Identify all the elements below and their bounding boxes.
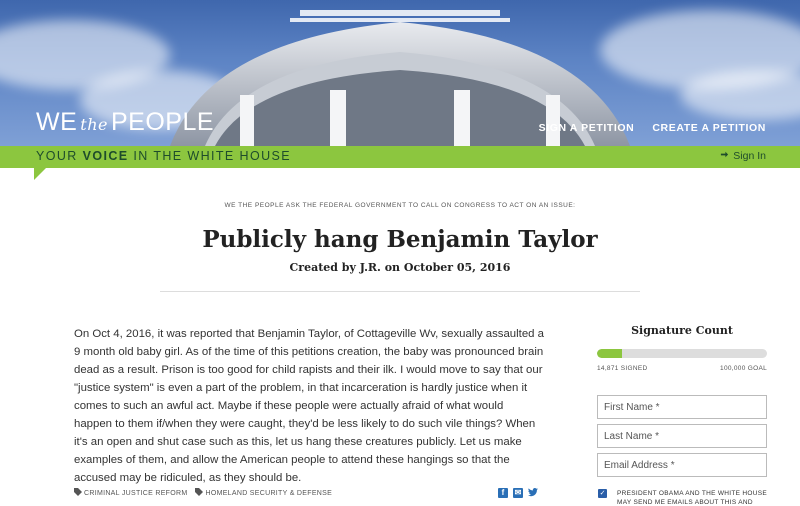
email-field[interactable] bbox=[597, 453, 767, 477]
signature-progress-bar bbox=[597, 349, 767, 358]
signature-goal: 100,000 GOAL bbox=[720, 365, 767, 372]
signature-count-title: Signature Count bbox=[631, 324, 733, 337]
petition-body: On Oct 4, 2016, it was reported that Ben… bbox=[74, 328, 544, 484]
opt-in-checkbox[interactable]: ✓ bbox=[598, 489, 607, 498]
tag-icon bbox=[195, 488, 204, 498]
sign-in-icon bbox=[720, 150, 729, 162]
share-buttons: f ✉ bbox=[498, 488, 538, 498]
page-title: Publicly hang Benjamin Taylor bbox=[202, 226, 598, 253]
top-nav: SIGN A PETITION CREATE A PETITION bbox=[539, 122, 766, 134]
first-name-field[interactable] bbox=[597, 395, 767, 419]
tag-icon bbox=[74, 488, 82, 498]
tagline-bar: YOUR VOICE IN THE WHITE HOUSE Sign In bbox=[0, 146, 800, 180]
tag-link[interactable]: HOMELAND SECURITY & DEFENSE bbox=[195, 488, 332, 498]
facebook-icon[interactable]: f bbox=[498, 488, 508, 498]
divider bbox=[160, 291, 640, 292]
twitter-icon[interactable] bbox=[528, 488, 538, 498]
tagline-notch bbox=[34, 168, 46, 180]
sign-in-link[interactable]: Sign In bbox=[720, 150, 766, 162]
created-by: Created by J.R. on October 05, 2016 bbox=[289, 261, 511, 274]
progress-fill bbox=[597, 349, 623, 358]
signed-count: 14,871 SIGNED bbox=[597, 365, 648, 372]
opt-in-label: PRESIDENT OBAMA AND THE WHITE HOUSE MAY … bbox=[617, 490, 768, 506]
petition-intro: WE THE PEOPLE ASK THE FEDERAL GOVERNMENT… bbox=[224, 202, 576, 209]
we-the-people-logo[interactable]: WE the PEOPLE bbox=[36, 108, 214, 137]
email-icon[interactable]: ✉ bbox=[513, 488, 523, 498]
issue-tags: CRIMINAL JUSTICE REFORM HOMELAND SECURIT… bbox=[74, 488, 332, 498]
nav-create-petition[interactable]: CREATE A PETITION bbox=[652, 122, 766, 134]
hero-banner: WE the PEOPLE SIGN A PETITION CREATE A PET… bbox=[0, 0, 800, 146]
nav-sign-petition[interactable]: SIGN A PETITION bbox=[539, 122, 635, 134]
last-name-field[interactable] bbox=[597, 424, 767, 448]
tagline: YOUR VOICE IN THE WHITE HOUSE bbox=[36, 149, 291, 163]
tag-link[interactable]: CRIMINAL JUSTICE REFORM bbox=[74, 488, 187, 498]
